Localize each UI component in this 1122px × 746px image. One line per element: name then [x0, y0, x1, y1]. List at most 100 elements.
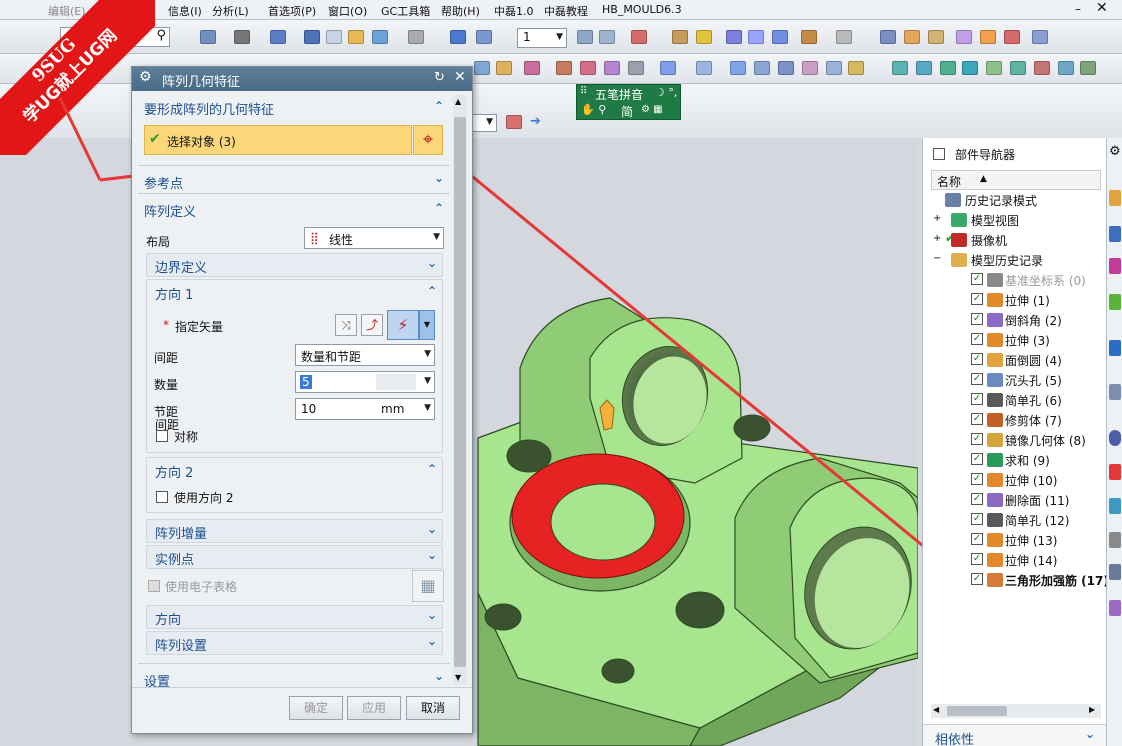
- section-reference-point[interactable]: 参考点: [144, 173, 183, 192]
- book-icon[interactable]: [1032, 30, 1048, 44]
- feat-icon-18[interactable]: [940, 61, 956, 75]
- resource-icon-7[interactable]: [1109, 464, 1121, 480]
- snap-icon[interactable]: [696, 30, 712, 44]
- feat-icon-16[interactable]: [892, 61, 908, 75]
- section-pattern-definition[interactable]: 阵列定义: [144, 201, 196, 220]
- apply-button[interactable]: 应用: [347, 696, 401, 720]
- menu-window[interactable]: 窗口(O): [328, 3, 367, 19]
- collapse-direction1-icon[interactable]: ⌃: [427, 284, 437, 298]
- feature-visibility-checkbox[interactable]: ✓: [971, 473, 983, 485]
- wcs-icon[interactable]: [631, 30, 647, 44]
- dependency-header[interactable]: 相依性 ⌄: [923, 724, 1107, 746]
- feature-row[interactable]: ✓ 删除面 (11): [931, 490, 1115, 510]
- navigator-hscroll[interactable]: ◀ ▶: [931, 704, 1101, 718]
- cube-outline-icon[interactable]: [326, 30, 342, 44]
- measure-icon[interactable]: [672, 30, 688, 44]
- dialog-titlebar[interactable]: ⚙ 阵列几何特征 ↻ ✕: [132, 67, 472, 91]
- direction1-header[interactable]: 方向 1: [155, 284, 193, 303]
- tree-node[interactable]: 历史记录模式: [931, 190, 1115, 210]
- menu-gc-toolbox[interactable]: GC工具箱: [381, 3, 430, 19]
- feat-icon-1[interactable]: [474, 61, 490, 75]
- collapse-pattern-icon[interactable]: ⌃: [434, 201, 444, 215]
- feature-visibility-checkbox[interactable]: ✓: [971, 413, 983, 425]
- command-finder[interactable]: ⚲: [60, 27, 170, 47]
- hscroll-left-icon[interactable]: ◀: [933, 705, 939, 714]
- feat-icon-9[interactable]: [696, 61, 712, 75]
- resource-icon-1[interactable]: [1109, 190, 1121, 206]
- feat-icon-3[interactable]: [524, 61, 540, 75]
- sketch-icon[interactable]: [880, 30, 896, 44]
- sketch5-icon[interactable]: [980, 30, 996, 44]
- feat-icon-10[interactable]: [730, 61, 746, 75]
- collapse-geometry-icon[interactable]: ⌃: [434, 99, 444, 113]
- feature-row[interactable]: ✓ 基准坐标系 (0): [931, 270, 1115, 290]
- feature-row[interactable]: ✓ 拉伸 (10): [931, 470, 1115, 490]
- snap3-icon[interactable]: [748, 30, 764, 44]
- feature-row[interactable]: ✓ 拉伸 (13): [931, 530, 1115, 550]
- menu-edit[interactable]: 编辑(E): [48, 3, 86, 19]
- ime-toolbar[interactable]: ⠿ 五笔拼音 ☽ °, ✋ ⚲ 简 ⚙ ▦: [576, 84, 681, 120]
- paint-icon[interactable]: [372, 30, 388, 44]
- scroll-down-icon[interactable]: ▼: [455, 673, 461, 682]
- feat-icon-21[interactable]: [1010, 61, 1026, 75]
- feat-icon-11[interactable]: [754, 61, 770, 75]
- hscroll-right-icon[interactable]: ▶: [1089, 705, 1095, 714]
- feature-visibility-checkbox[interactable]: ✓: [971, 553, 983, 565]
- orientation-header[interactable]: 方向 ⌄: [146, 605, 443, 629]
- reverse-direction-button[interactable]: ⤨: [335, 314, 357, 336]
- select-filter-icon[interactable]: [506, 115, 522, 129]
- vector-type-button[interactable]: ⚡: [387, 310, 419, 340]
- menu-zhonglei-tutorial[interactable]: 中磊教程: [544, 3, 588, 19]
- feature-visibility-checkbox[interactable]: ✓: [971, 453, 983, 465]
- reset-icon[interactable]: ↻: [434, 70, 445, 85]
- feature-row[interactable]: ✓ 镜像几何体 (8): [931, 430, 1115, 450]
- resource-icon-6[interactable]: [1109, 384, 1121, 400]
- dim2-icon[interactable]: [836, 30, 852, 44]
- resource-icon-2[interactable]: [1109, 226, 1121, 242]
- sketch2-icon[interactable]: [904, 30, 920, 44]
- color-icon[interactable]: [408, 30, 424, 44]
- expand-settings-icon[interactable]: ⌄: [434, 669, 444, 683]
- feat-icon-7[interactable]: [628, 61, 644, 75]
- feat-icon-8[interactable]: [660, 61, 676, 75]
- menu-analysis[interactable]: 分析(L): [212, 3, 249, 19]
- minimize-icon[interactable]: –: [1075, 2, 1081, 16]
- feature-row[interactable]: ✓ 面倒圆 (4): [931, 350, 1115, 370]
- feature-visibility-checkbox[interactable]: ✓: [971, 333, 983, 345]
- feature-visibility-checkbox[interactable]: ✓: [971, 513, 983, 525]
- layout-dropdown[interactable]: ⣿ 线性 ▼: [304, 227, 444, 249]
- sketch3-icon[interactable]: [928, 30, 944, 44]
- cube-blue-icon[interactable]: [304, 30, 320, 44]
- section-geometry[interactable]: 要形成阵列的几何特征: [144, 99, 274, 118]
- feature-row[interactable]: ✓ 三角形加强筋 (17): [931, 570, 1115, 590]
- crosshair-select-button[interactable]: ⌖: [413, 125, 443, 155]
- ok-button[interactable]: 确定: [289, 696, 343, 720]
- dialog-scrollbar[interactable]: ▲ ▼: [453, 95, 467, 685]
- menu-zhonglei[interactable]: 中磊1.0: [494, 3, 534, 19]
- feat-icon-12[interactable]: [778, 61, 794, 75]
- navigator-pin-icon[interactable]: [933, 148, 945, 160]
- dim-icon[interactable]: [801, 30, 817, 44]
- expand-orientation-icon[interactable]: ⌄: [427, 608, 437, 622]
- feat-icon-6[interactable]: [604, 61, 620, 75]
- clock-icon[interactable]: [1109, 430, 1121, 446]
- pattern-geometry-dialog[interactable]: ⚙ 阵列几何特征 ↻ ✕ ▲ ▼ 要形成阵列的几何特征 ⌃ ✔ 选择对象 (3)…: [131, 66, 473, 734]
- pitch-input[interactable]: 10 mm ▼: [295, 398, 435, 420]
- sketch6-icon[interactable]: [1004, 30, 1020, 44]
- feature-row[interactable]: ✓ 求和 (9): [931, 450, 1115, 470]
- cube-icon[interactable]: [270, 30, 286, 44]
- collapse-node-icon[interactable]: −: [933, 253, 941, 264]
- view-icon[interactable]: [200, 30, 216, 44]
- feature-row[interactable]: ✓ 修剪体 (7): [931, 410, 1115, 430]
- direction2-header[interactable]: 方向 2: [155, 462, 193, 481]
- layer-icon[interactable]: [577, 30, 593, 44]
- tree-node[interactable]: + 模型视图: [931, 210, 1115, 230]
- feature-visibility-checkbox[interactable]: ✓: [971, 433, 983, 445]
- spacing-dropdown[interactable]: 数量和节距 ▼: [295, 344, 435, 366]
- feat-icon-15[interactable]: [848, 61, 864, 75]
- feat-icon-4[interactable]: [556, 61, 572, 75]
- expand-node-icon[interactable]: +: [933, 233, 941, 244]
- resource-icon-3[interactable]: [1109, 258, 1121, 274]
- feature-visibility-checkbox[interactable]: ✓: [971, 393, 983, 405]
- render-icon[interactable]: [234, 30, 250, 44]
